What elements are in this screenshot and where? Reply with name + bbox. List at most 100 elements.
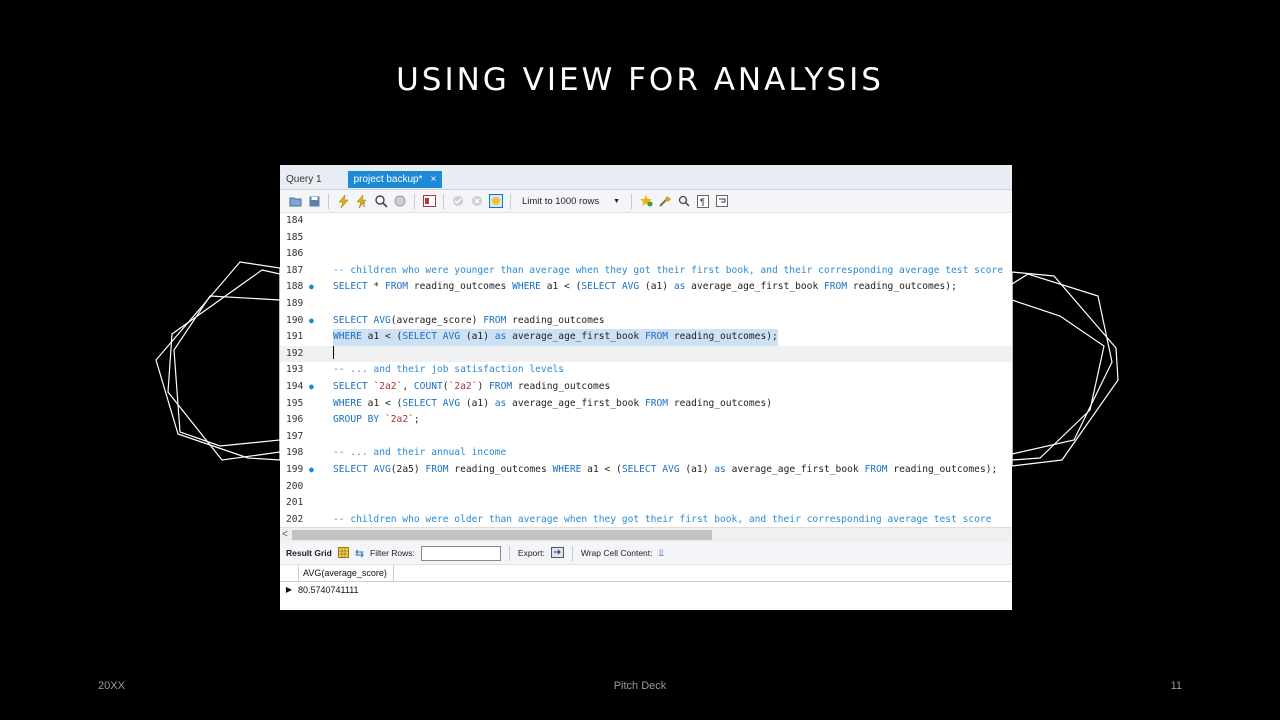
beautify-icon[interactable] [658, 194, 672, 208]
result-cell[interactable]: 80.5740741111 [298, 582, 359, 598]
result-grid-header: AVG(average_score) [280, 565, 1012, 582]
line-number: 191 [286, 331, 304, 343]
execute-icon[interactable] [336, 194, 350, 208]
grid-icon[interactable] [337, 546, 349, 560]
bookmark-icon[interactable] [639, 194, 653, 208]
statement-marker-icon: ● [309, 282, 314, 292]
row-indicator-icon: ▶ [285, 585, 293, 594]
grid-corner [280, 565, 299, 581]
page-number: 11 [1170, 680, 1182, 692]
statement-marker-icon: ● [309, 381, 314, 391]
query-tab-bar: Query 1 project backup* × [280, 165, 1012, 190]
open-folder-icon[interactable] [288, 194, 302, 208]
limit-rows-select[interactable]: Limit to 1000 rows ▼ [518, 196, 624, 207]
invisible-chars-icon[interactable]: ¶ [696, 194, 710, 208]
editor-line: 195 WHERE a1 < (SELECT AVG (a1) as averag… [280, 396, 1012, 413]
code-comment: -- ... and their annual income [333, 447, 507, 459]
slide-title: USING VIEW FOR ANALYSIS [396, 62, 884, 98]
chevron-down-icon: ▼ [613, 197, 621, 205]
line-number: 195 [286, 397, 304, 409]
find-icon[interactable] [677, 194, 691, 208]
editor-line: 201 [280, 495, 1012, 512]
statement-marker-icon: ● [309, 464, 314, 474]
toolbar-divider [510, 193, 511, 209]
toolbar-divider [414, 193, 415, 209]
toolbar-divider [571, 545, 573, 561]
current-editor-line: 192 [280, 345, 1012, 363]
toolbar-divider [328, 193, 329, 209]
editor-line: 199 ● SELECT AVG(2a5) FROM reading_outcome… [280, 462, 1012, 479]
editor-line: 186 [280, 246, 1012, 263]
code-comment: -- children who were older than average … [333, 513, 992, 525]
tab-label: Query 1 [286, 174, 322, 185]
text-caret [333, 346, 334, 363]
tab-query-1[interactable]: Query 1 [280, 171, 328, 188]
editor-line: 197 [280, 429, 1012, 446]
code-text: GROUP BY `2a2`; [333, 414, 420, 426]
explain-icon[interactable] [374, 194, 388, 208]
wrap-cell-label: Wrap Cell Content: [580, 548, 653, 558]
code-text: SELECT * FROM reading_outcomes WHERE a1 … [333, 281, 957, 293]
toolbar-divider [631, 193, 633, 209]
stop-icon[interactable] [393, 194, 407, 208]
result-grid: AVG(average_score) ▶ 80.5740741111 [280, 565, 1012, 598]
column-header[interactable]: AVG(average_score) [299, 565, 394, 581]
editor-line: 198 -- ... and their annual income [280, 445, 1012, 462]
tab-project-backup[interactable]: project backup* × [347, 171, 443, 188]
save-icon[interactable] [307, 194, 321, 208]
horizontal-scrollbar[interactable]: < [280, 527, 1012, 542]
editor-line: 191 WHERE a1 < (SELECT AVG (a1) as averag… [280, 329, 1012, 346]
line-number: 196 [286, 414, 304, 426]
selected-code-text: WHERE a1 < (SELECT AVG (a1) as average_a… [333, 329, 778, 346]
code-comment: -- ... and their job satisfaction levels [333, 364, 565, 376]
rollback-icon[interactable] [470, 194, 484, 208]
scrollbar-thumb[interactable] [292, 530, 712, 540]
editor-line: 189 [280, 296, 1012, 313]
wrap-cell-icon[interactable]: ⫫ [659, 548, 665, 559]
code-text: SELECT `2a2`, COUNT(`2a2`) FROM reading_… [333, 380, 611, 392]
line-number: 201 [286, 497, 304, 509]
editor-line: 196 GROUP BY `2a2`; [280, 412, 1012, 429]
line-number: 197 [286, 430, 304, 442]
line-number: 189 [286, 297, 304, 309]
result-grid-label[interactable]: Result Grid [286, 548, 332, 558]
editor-line: 184 [280, 213, 1012, 230]
limit-label: Limit to 1000 rows [522, 195, 600, 207]
footer-title: Pitch Deck [613, 680, 667, 692]
editor-line: 200 [280, 479, 1012, 496]
code-text: WHERE a1 < (SELECT AVG (a1) as average_a… [333, 397, 773, 409]
filter-rows-input[interactable] [420, 545, 501, 561]
svg-text:¶: ¶ [700, 197, 705, 207]
execute-current-icon[interactable]: I [355, 194, 369, 208]
close-icon[interactable]: × [431, 171, 437, 188]
editor-line: 194 ● SELECT `2a2`, COUNT(`2a2`) FROM read… [280, 379, 1012, 396]
line-number: 186 [286, 248, 304, 260]
editor-line: 202 -- children who were older than avera… [280, 512, 1012, 527]
export-icon[interactable] [550, 546, 564, 560]
line-number: 194 [286, 380, 304, 392]
sql-editor[interactable]: 184 185 186 187 -- children who were youn… [280, 213, 1012, 527]
tab-label: project backup* [353, 174, 423, 185]
line-number: 185 [286, 231, 304, 243]
svg-text:I: I [363, 202, 365, 208]
workbench-screenshot: Query 1 project backup* × I Limit to 100… [280, 165, 1012, 610]
scroll-left-icon[interactable]: < [282, 528, 288, 542]
commit-icon[interactable] [451, 194, 465, 208]
wrap-icon[interactable] [715, 194, 729, 208]
editor-line: 193 -- ... and their job satisfaction lev… [280, 362, 1012, 379]
line-number: 192 [286, 347, 304, 359]
line-number: 193 [286, 364, 304, 376]
editor-line: 188 ● SELECT * FROM reading_outcomes WHERE… [280, 279, 1012, 296]
table-row[interactable]: ▶ 80.5740741111 [280, 582, 1012, 598]
line-number: 198 [286, 447, 304, 459]
code-text: SELECT AVG(average_score) FROM reading_o… [333, 314, 605, 326]
export-label: Export: [517, 548, 545, 558]
editor-line: 185 [280, 230, 1012, 247]
filter-rows-label: Filter Rows: [370, 548, 415, 558]
line-number: 190 [286, 314, 304, 326]
autocommit-icon[interactable] [489, 194, 503, 208]
line-number: 199 [286, 463, 304, 475]
line-number: 184 [286, 215, 304, 226]
toggle-output-icon[interactable] [422, 194, 436, 208]
refresh-icon[interactable]: ⇆ [355, 547, 364, 560]
